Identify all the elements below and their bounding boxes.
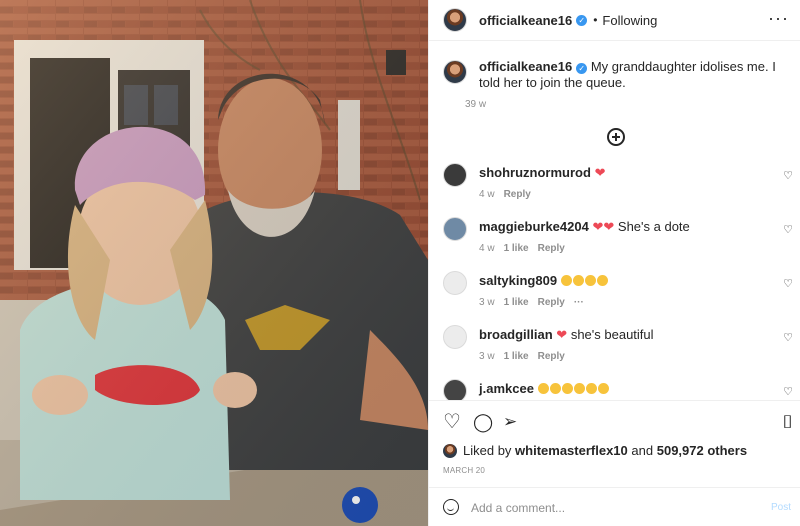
laughing-emoji-icon <box>572 275 584 286</box>
commenter-avatar[interactable] <box>443 163 467 187</box>
reply-button[interactable]: Reply <box>504 189 531 200</box>
comment-text: She's a dote <box>617 219 690 234</box>
comment-timestamp[interactable]: 4 w <box>479 189 495 200</box>
author-username[interactable]: officialkeane16 <box>479 13 572 28</box>
header-separator: • <box>593 13 598 27</box>
caption-author-avatar[interactable] <box>443 60 467 84</box>
comment-like-heart-icon[interactable]: ♡ <box>783 223 793 236</box>
likes-prefix: Liked by <box>463 443 512 458</box>
caption-username[interactable]: officialkeane16 <box>479 59 572 74</box>
liker-avatar[interactable] <box>443 443 457 458</box>
caption-timestamp[interactable]: 39 w <box>465 99 486 110</box>
comment-row: shohruznormurod ❤ 4 w Reply ♡ <box>443 163 793 207</box>
liker-username[interactable]: whitemasterflex10 <box>515 443 628 458</box>
comment-like-count[interactable]: 1 like <box>504 351 529 362</box>
add-comment-bar: Post <box>429 487 800 526</box>
likes-summary: Liked by whitemasterflex10 and 509,972 o… <box>443 443 747 458</box>
commenter-username[interactable]: shohruznormurod <box>479 165 591 180</box>
laughing-emoji-icon <box>561 383 573 394</box>
laughing-emoji-icon <box>585 383 597 394</box>
comment-timestamp[interactable]: 4 w <box>479 243 495 254</box>
comment-meta: 3 w 1 like Reply <box>479 351 574 362</box>
caption-verified-badge-icon: ✓ <box>576 63 588 74</box>
comment-row: maggieburke4204 ❤❤ She's a dote 4 w 1 like… <box>443 217 793 261</box>
comment-meta: 4 w 1 like Reply <box>479 243 574 254</box>
verified-badge-icon: ✓ <box>576 14 588 26</box>
laughing-emoji-icon <box>573 383 585 394</box>
heart-emoji-icon: ❤ <box>556 327 568 342</box>
commenter-avatar[interactable] <box>443 271 467 295</box>
commenter-avatar[interactable] <box>443 325 467 349</box>
comment-body: j.amkcee <box>479 381 610 396</box>
reply-button[interactable]: Reply <box>538 243 565 254</box>
instagram-post-view: officialkeane16 ✓ • Following ··· offici… <box>0 0 800 526</box>
comment-timestamp[interactable]: 3 w <box>479 351 495 362</box>
commenter-username[interactable]: j.amkcee <box>479 381 534 396</box>
more-options-icon[interactable]: ··· <box>768 9 789 27</box>
comment-body: broadgillian ❤ she's beautiful <box>479 327 654 343</box>
laughing-emoji-icon <box>596 275 608 286</box>
like-heart-icon[interactable]: ♡ <box>443 411 461 433</box>
comment-like-heart-icon[interactable]: ♡ <box>783 385 793 398</box>
comments-scroll-area[interactable]: officialkeane16 ✓ My granddaughter idolis… <box>429 42 800 400</box>
post-comment-button[interactable]: Post <box>771 502 791 513</box>
reply-button[interactable]: Reply <box>538 351 565 362</box>
comment-row: saltyking809 3 w 1 like Reply ··· ♡ <box>443 271 793 315</box>
load-more-comments-icon[interactable] <box>607 128 625 146</box>
commenter-avatar[interactable] <box>443 379 467 400</box>
comment-timestamp[interactable]: 3 w <box>479 297 495 308</box>
commenter-avatar[interactable] <box>443 217 467 241</box>
reply-button[interactable]: Reply <box>538 297 565 308</box>
comment-like-heart-icon[interactable]: ♡ <box>783 169 793 182</box>
author-avatar[interactable] <box>443 8 467 32</box>
post-caption: officialkeane16 ✓ My granddaughter idolis… <box>443 59 793 91</box>
comment-meta: 4 w Reply <box>479 189 540 200</box>
emoji-picker-icon[interactable] <box>443 499 459 515</box>
comment-like-count[interactable]: 1 like <box>504 243 529 254</box>
comment-bubble-icon[interactable]: ◯ <box>473 411 493 433</box>
laughing-emoji-icon <box>597 383 609 394</box>
comment-like-heart-icon[interactable]: ♡ <box>783 277 793 290</box>
post-actions-section: ♡ ◯ ➢ ⌷ Liked by whitemasterflex10 and 5… <box>429 400 800 526</box>
comment-body: shohruznormurod ❤ <box>479 165 605 181</box>
post-header: officialkeane16 ✓ • Following ··· <box>429 0 800 41</box>
commenter-username[interactable]: broadgillian <box>479 327 553 342</box>
commenter-username[interactable]: saltyking809 <box>479 273 557 288</box>
save-bookmark-icon[interactable]: ⌷ <box>782 411 793 433</box>
share-send-icon[interactable]: ➢ <box>503 411 517 433</box>
post-detail-panel: officialkeane16 ✓ • Following ··· offici… <box>428 0 800 526</box>
laughing-emoji-icon <box>537 383 549 394</box>
comment-like-count[interactable]: 1 like <box>504 297 529 308</box>
post-image <box>0 0 428 526</box>
comment-meta: 3 w 1 like Reply ··· <box>479 297 593 308</box>
heart-emoji-icon: ❤ <box>592 219 604 234</box>
following-button[interactable]: Following <box>602 13 657 28</box>
add-comment-input[interactable] <box>471 498 741 518</box>
laughing-emoji-icon <box>584 275 596 286</box>
action-bar: ♡ ◯ ➢ ⌷ <box>443 411 793 435</box>
comment-more-options-icon[interactable]: ··· <box>574 297 584 308</box>
likes-count[interactable]: 509,972 others <box>657 443 747 458</box>
comment-like-heart-icon[interactable]: ♡ <box>783 331 793 344</box>
heart-emoji-icon: ❤ <box>603 219 615 234</box>
heart-emoji-icon: ❤ <box>594 165 606 180</box>
comment-row: j.amkcee ♡ <box>443 379 793 400</box>
comment-text: she's beautiful <box>570 327 654 342</box>
post-date[interactable]: MARCH 20 <box>443 466 485 475</box>
comment-body: maggieburke4204 ❤❤ She's a dote <box>479 219 690 235</box>
commenter-username[interactable]: maggieburke4204 <box>479 219 589 234</box>
comment-body: saltyking809 <box>479 273 609 288</box>
post-photo[interactable] <box>0 0 428 526</box>
laughing-emoji-icon <box>549 383 561 394</box>
comment-row: broadgillian ❤ she's beautiful 3 w 1 like R… <box>443 325 793 369</box>
laughing-emoji-icon <box>560 275 572 286</box>
likes-mid: and <box>631 443 654 458</box>
